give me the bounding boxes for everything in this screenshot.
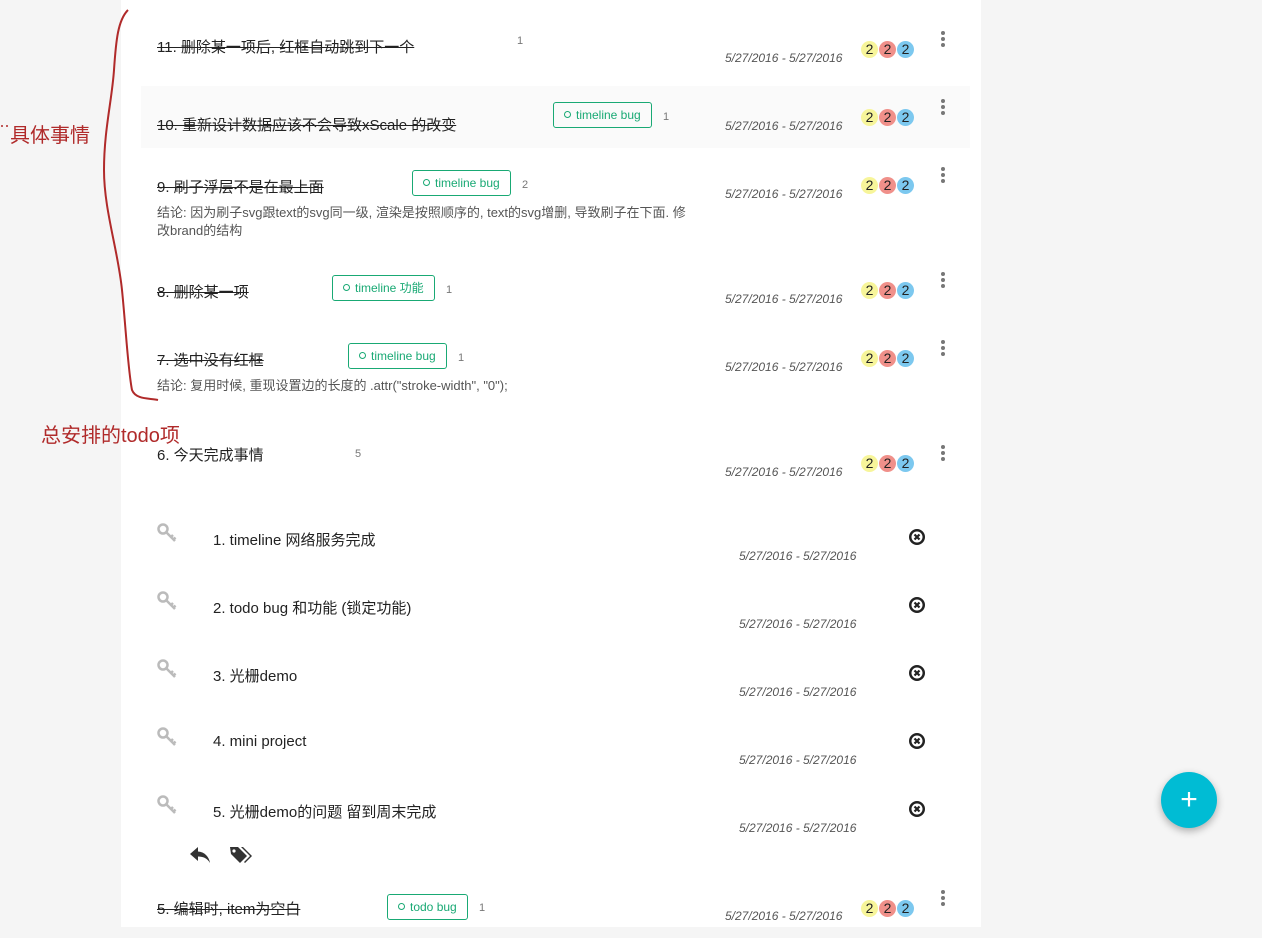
reply-icon[interactable] xyxy=(189,845,211,865)
badge-blue: 2 xyxy=(897,109,914,126)
date-range: 5/27/2016 - 5/27/2016 xyxy=(739,549,857,563)
tags-icon[interactable] xyxy=(229,845,253,865)
key-icon[interactable] xyxy=(157,795,177,815)
subtask-title[interactable]: 2. todo bug 和功能 (锁定功能) xyxy=(213,597,411,618)
todo-note: 结论: 复用时候, 重现设置边的长度的 .attr("stroke-width"… xyxy=(157,378,508,393)
badge-yellow: 2 xyxy=(861,41,878,58)
priority-badges: 2 2 2 xyxy=(861,177,914,194)
subtask-item[interactable]: 1. timeline 网络服务完成 5/27/2016 - 5/27/2016 xyxy=(141,509,970,571)
priority-badges: 2 2 2 xyxy=(861,900,914,917)
tag-chip[interactable]: todo bug xyxy=(387,894,468,920)
badge-blue: 2 xyxy=(897,177,914,194)
todo-title[interactable]: 10. 重新设计数据应该不会导致xScale 的改变 xyxy=(157,114,456,135)
date-range: 5/27/2016 - 5/27/2016 xyxy=(739,617,857,631)
todo-item[interactable]: 8. 删除某一项 timeline 功能 1 5/27/2016 - 5/27/… xyxy=(141,259,970,321)
remove-circle-icon[interactable] xyxy=(908,528,926,546)
tag-chip[interactable]: timeline bug xyxy=(412,170,511,196)
badge-yellow: 2 xyxy=(861,350,878,367)
badge-red: 2 xyxy=(879,177,896,194)
date-range: 5/27/2016 - 5/27/2016 xyxy=(725,119,843,133)
more-vert-icon[interactable] xyxy=(941,167,945,185)
date-range: 5/27/2016 - 5/27/2016 xyxy=(725,292,843,306)
badge-red: 2 xyxy=(879,41,896,58)
key-icon[interactable] xyxy=(157,727,177,747)
priority-badges: 2 2 2 xyxy=(861,109,914,126)
badge-yellow: 2 xyxy=(861,177,878,194)
date-range: 5/27/2016 - 5/27/2016 xyxy=(725,51,843,65)
subtask-item[interactable]: 2. todo bug 和功能 (锁定功能) 5/27/2016 - 5/27/… xyxy=(141,577,970,639)
subtask-count: 1 xyxy=(446,284,453,296)
subtask-item[interactable]: 3. 光栅demo 5/27/2016 - 5/27/2016 xyxy=(141,645,970,707)
priority-badges: 2 2 2 xyxy=(861,350,914,367)
remove-circle-icon[interactable] xyxy=(908,664,926,682)
date-range: 5/27/2016 - 5/27/2016 xyxy=(739,821,857,835)
more-vert-icon[interactable] xyxy=(941,31,945,49)
badge-yellow: 2 xyxy=(861,900,878,917)
annotation-brace xyxy=(1,9,159,401)
date-range: 5/27/2016 - 5/27/2016 xyxy=(725,187,843,201)
tag-chip[interactable]: timeline 功能 xyxy=(332,275,435,301)
badge-red: 2 xyxy=(879,350,896,367)
priority-badges: 2 2 2 xyxy=(861,41,914,58)
subtask-title[interactable]: 3. 光栅demo xyxy=(213,665,297,686)
todo-item[interactable]: 7. 选中没有红框 timeline bug 1 5/27/2016 - 5/2… xyxy=(141,327,970,407)
remove-circle-icon[interactable] xyxy=(908,800,926,818)
subtask-count: 1 xyxy=(663,111,670,123)
badge-blue: 2 xyxy=(897,455,914,472)
badge-blue: 2 xyxy=(897,900,914,917)
tag-chip[interactable]: timeline bug xyxy=(553,102,652,128)
badge-yellow: 2 xyxy=(861,455,878,472)
subtask-title[interactable]: 4. mini project xyxy=(213,733,306,750)
priority-badges: 2 2 2 xyxy=(861,282,914,299)
badge-blue: 2 xyxy=(897,350,914,367)
subtask-title[interactable]: 5. 光栅demo的问题 留到周末完成 xyxy=(213,801,436,822)
priority-badges: 2 2 2 xyxy=(861,455,914,472)
todo-title[interactable]: 5. 编辑时, item为空白 xyxy=(157,898,300,919)
date-range: 5/27/2016 - 5/27/2016 xyxy=(725,360,843,374)
more-vert-icon[interactable] xyxy=(941,99,945,117)
date-range: 5/27/2016 - 5/27/2016 xyxy=(725,909,843,923)
more-vert-icon[interactable] xyxy=(941,340,945,358)
badge-red: 2 xyxy=(879,109,896,126)
todo-item[interactable]: 5. 编辑时, item为空白 todo bug 1 5/27/2016 - 5… xyxy=(141,876,970,938)
more-vert-icon[interactable] xyxy=(941,272,945,290)
todo-item[interactable]: 11. 删除某一项后, 红框自动跳到下一个 1 5/27/2016 - 5/27… xyxy=(141,8,970,70)
annotation-overall: 总安排的todo项 xyxy=(41,425,180,447)
badge-red: 2 xyxy=(879,900,896,917)
badge-blue: 2 xyxy=(897,41,914,58)
subtask-count: 5 xyxy=(355,448,362,460)
todo-item[interactable]: 10. 重新设计数据应该不会导致xScale 的改变 timeline bug … xyxy=(141,86,970,148)
key-icon[interactable] xyxy=(157,591,177,611)
remove-circle-icon[interactable] xyxy=(908,596,926,614)
subtask-item[interactable]: 5. 光栅demo的问题 留到周末完成 5/27/2016 - 5/27/201… xyxy=(141,781,970,843)
tag-chip[interactable]: timeline bug xyxy=(348,343,447,369)
more-vert-icon[interactable] xyxy=(941,445,945,463)
badge-red: 2 xyxy=(879,455,896,472)
badge-yellow: 2 xyxy=(861,282,878,299)
badge-red: 2 xyxy=(879,282,896,299)
annotation-specific: 具体事情 xyxy=(10,125,90,147)
todo-note: 结论: 因为刷子svg跟text的svg同一级, 渲染是按照顺序的, text的… xyxy=(157,205,686,238)
todo-item[interactable]: 9. 刷子浮层不是在最上面 timeline bug 2 5/27/2016 -… xyxy=(141,154,970,244)
subtask-title[interactable]: 1. timeline 网络服务完成 xyxy=(213,529,376,550)
date-range: 5/27/2016 - 5/27/2016 xyxy=(739,685,857,699)
key-icon[interactable] xyxy=(157,523,177,543)
subtask-count: 2 xyxy=(522,179,529,191)
badge-blue: 2 xyxy=(897,282,914,299)
remove-circle-icon[interactable] xyxy=(908,732,926,750)
todo-item[interactable]: 6. 今天完成事情 5 5/27/2016 - 5/27/2016 2 2 2 xyxy=(141,422,970,484)
subtask-count: 1 xyxy=(458,352,465,364)
key-icon[interactable] xyxy=(157,659,177,679)
date-range: 5/27/2016 - 5/27/2016 xyxy=(739,753,857,767)
more-vert-icon[interactable] xyxy=(941,890,945,908)
subtask-item[interactable]: 4. mini project 5/27/2016 - 5/27/2016 xyxy=(141,713,970,775)
date-range: 5/27/2016 - 5/27/2016 xyxy=(725,465,843,479)
badge-yellow: 2 xyxy=(861,109,878,126)
subtask-count: 1 xyxy=(517,35,524,47)
add-fab-button[interactable]: + xyxy=(1161,772,1217,828)
subtask-count: 1 xyxy=(479,902,486,914)
